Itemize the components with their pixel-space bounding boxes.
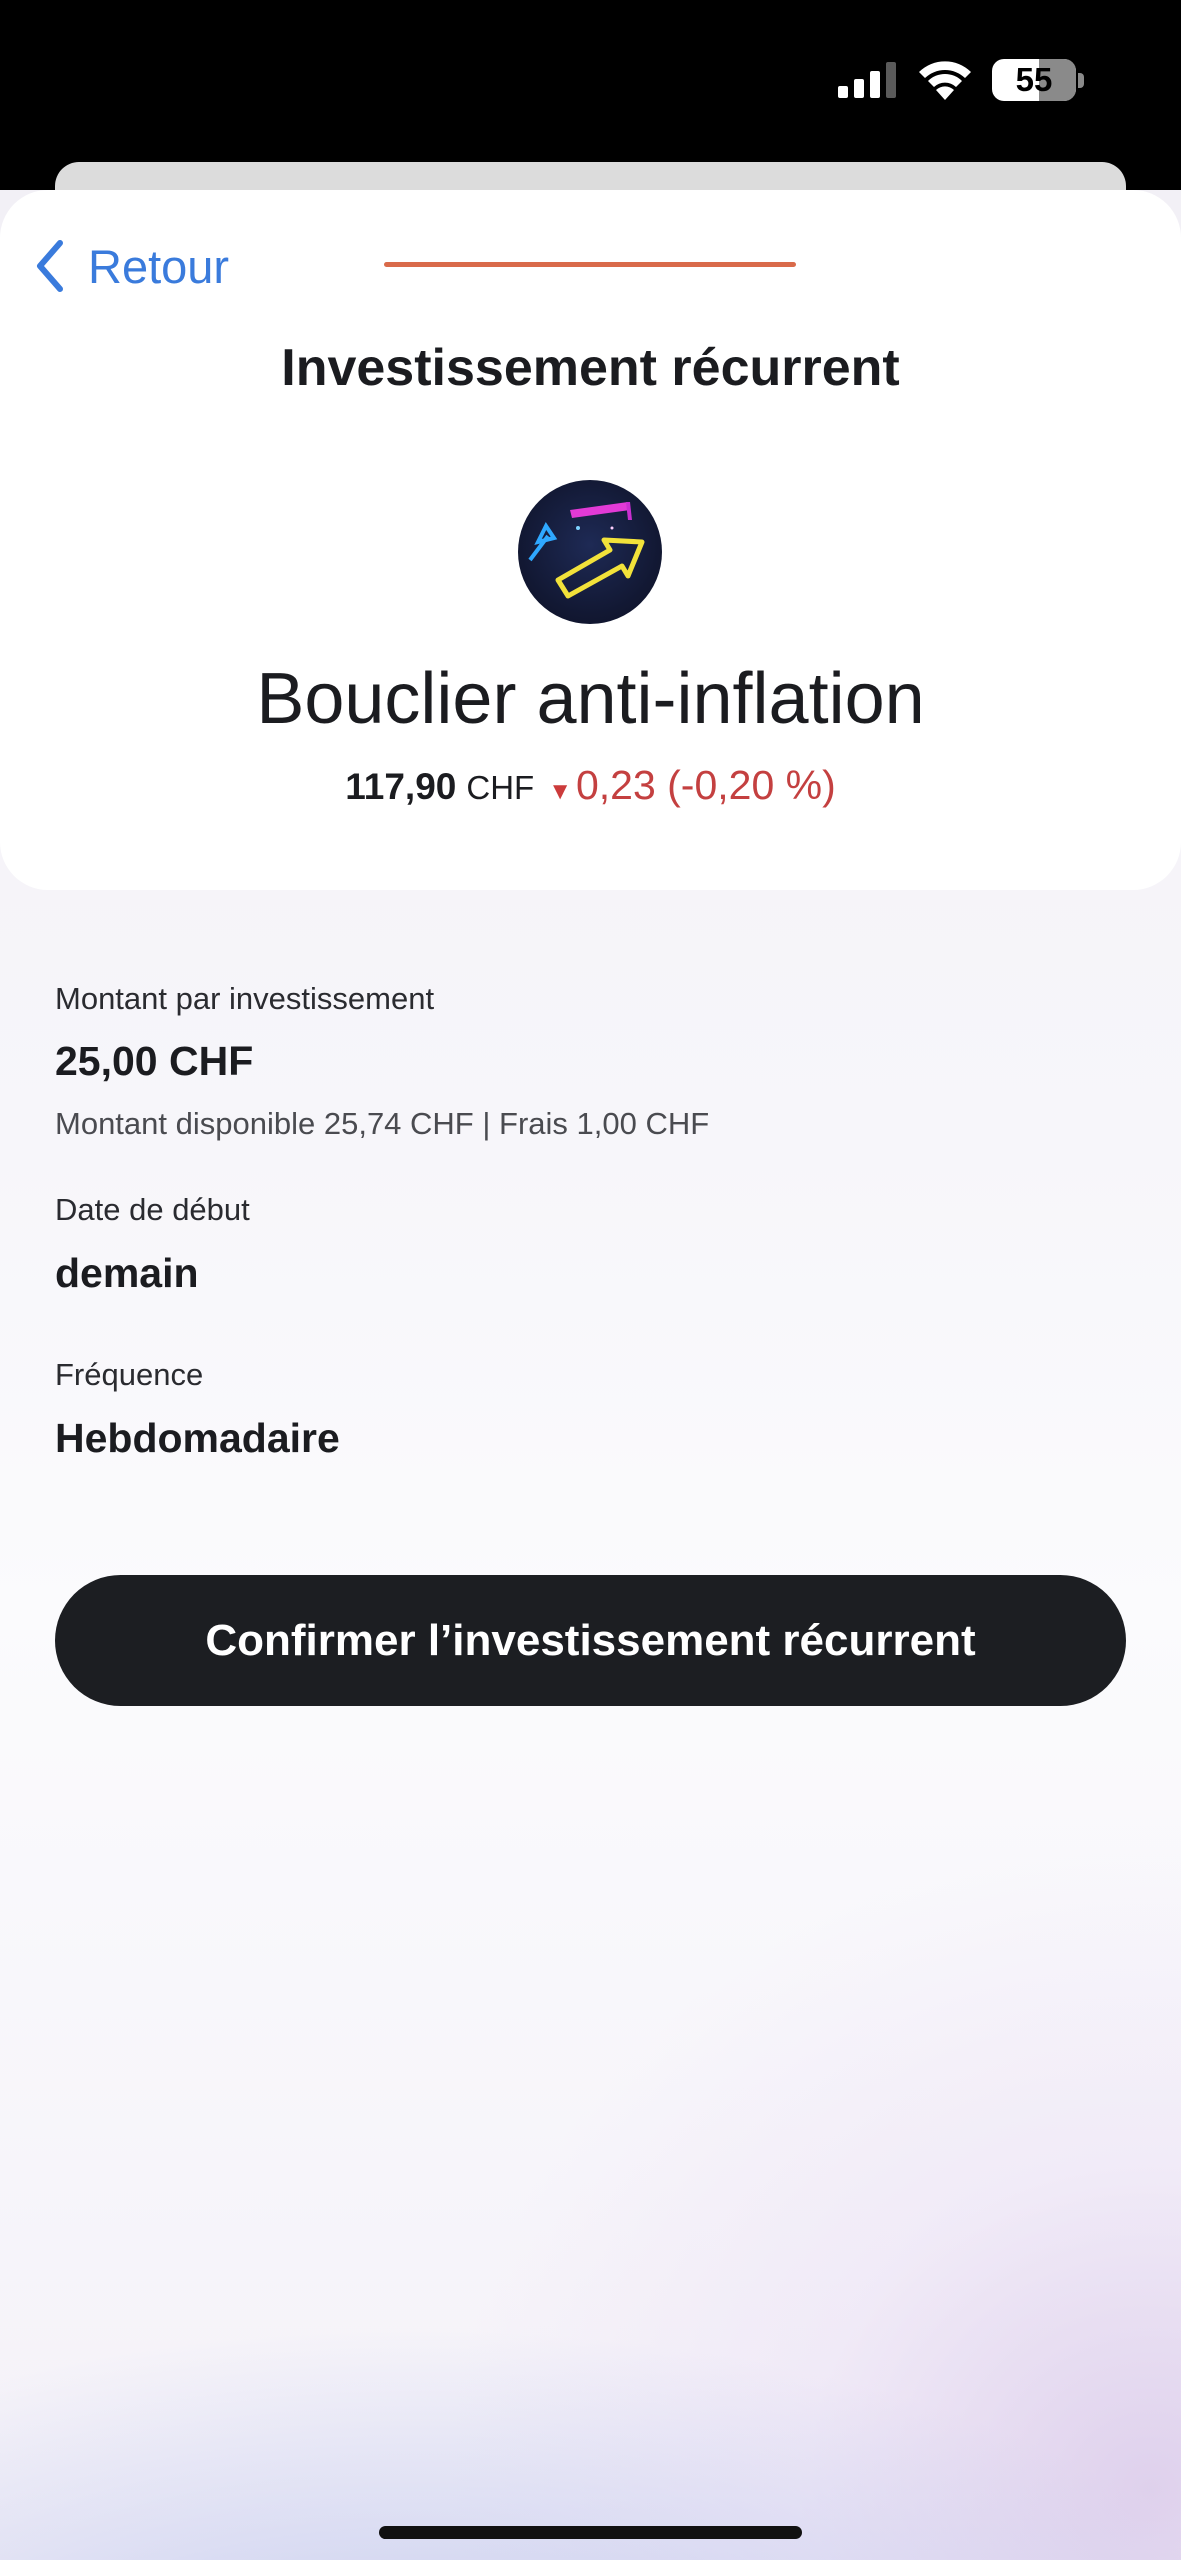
price-row: 117,90 CHF ▼ 0,23 (-0,20 %)	[0, 755, 1181, 822]
confirm-recurring-investment-button[interactable]: Confirmer l’investissement récurrent	[55, 1575, 1126, 1706]
chevron-left-icon	[37, 240, 63, 292]
back-label: Retour	[88, 239, 230, 293]
battery-level: 55	[1015, 61, 1053, 98]
price-value: 117,90	[345, 766, 457, 807]
screen: 55 Retour Investissement récurrent Boucl…	[0, 0, 1181, 2560]
cellular-signal-icon	[838, 62, 896, 98]
amount-hint: Montant disponible 25,74 CHF | Frais 1,0…	[55, 1106, 710, 1141]
product-name: Bouclier anti-inflation	[256, 659, 925, 739]
frequency-label: Fréquence	[55, 1357, 204, 1392]
start-date-value[interactable]: demain	[55, 1247, 199, 1299]
battery-icon: 55	[992, 59, 1076, 101]
battery-cap	[1078, 73, 1084, 88]
frequency-value[interactable]: Hebdomadaire	[55, 1412, 340, 1464]
amount-value[interactable]: 25,00 CHF	[55, 1035, 253, 1087]
wifi-icon	[919, 61, 971, 100]
price-change: 0,23 (-0,20 %)	[575, 762, 836, 808]
start-date-label: Date de début	[55, 1192, 250, 1227]
step-progress-bar	[384, 262, 796, 267]
neon-arrow-logo-icon	[518, 480, 662, 624]
amount-label: Montant par investissement	[55, 981, 435, 1016]
home-indicator[interactable]	[379, 2526, 802, 2539]
back-button[interactable]: Retour	[32, 236, 229, 296]
triangle-down-icon: ▼	[548, 778, 572, 805]
page-title: Investissement récurrent	[281, 339, 900, 397]
price-currency: CHF	[466, 769, 535, 806]
